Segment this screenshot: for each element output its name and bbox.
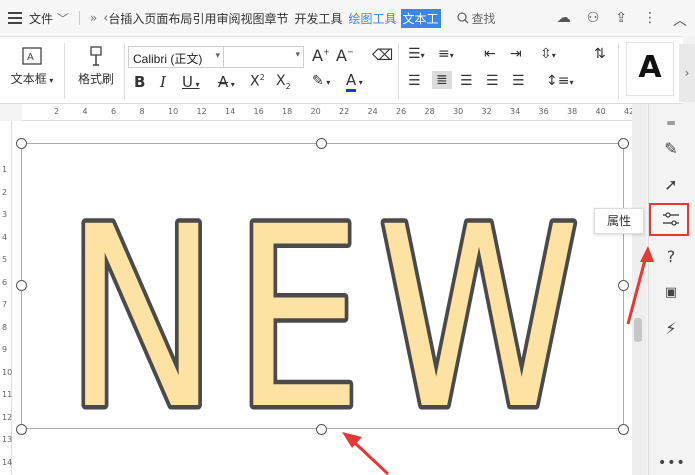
- wps-writer-window: 文件 ﹀ » ‹ 台插入 页面布局 引用 审阅 视图 章节 开发工具 绘图工具 …: [0, 0, 695, 475]
- annotation-arrows: [342, 246, 654, 475]
- arrow-to-handle: [352, 440, 390, 475]
- arrow-to-properties: [626, 255, 648, 325]
- arrow-head: [640, 246, 654, 262]
